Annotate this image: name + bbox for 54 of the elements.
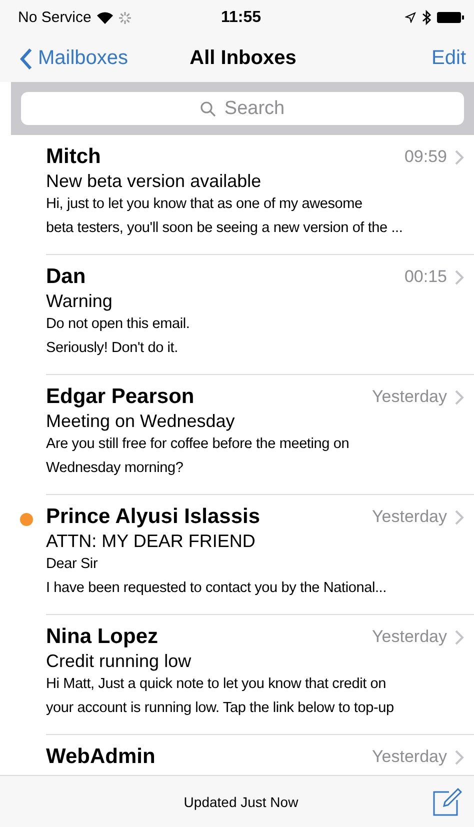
location-arrow-icon bbox=[405, 12, 416, 23]
nav-title: All Inboxes bbox=[190, 47, 296, 70]
message-preview: your account is running low. Tap the link below to top-up bbox=[46, 699, 395, 718]
message-preview: Hi Matt, Just a quick note to let you know that credit on bbox=[46, 675, 387, 694]
message-time: 00:15 bbox=[404, 267, 447, 287]
back-button[interactable]: Mailboxes bbox=[20, 47, 190, 70]
message-preview: Are you still free for coffee before the meeting on bbox=[46, 435, 350, 454]
back-chevron-icon bbox=[20, 48, 32, 70]
search-placeholder: Search bbox=[224, 98, 285, 120]
sender-name: WebAdmin bbox=[46, 745, 156, 769]
message-time: Yesterday bbox=[372, 387, 447, 407]
message-time: 09:59 bbox=[404, 147, 447, 167]
message-preview: Seriously! Don't do it. bbox=[46, 339, 179, 358]
search-icon bbox=[200, 100, 216, 116]
message-row[interactable]: Mitch 09:59 New beta version available Hi, just to let you know that as one of my awesome beta testers, you'll soon be seeing a new version of the ... bbox=[46, 135, 474, 255]
compose-icon bbox=[432, 786, 462, 816]
carrier-label: No Service bbox=[18, 9, 92, 26]
message-row[interactable]: Nina Lopez Yesterday Credit running low Hi Matt, Just a quick note to let you know that credit on your account is running low. Tap the link below to top-up bbox=[46, 615, 474, 735]
message-preview: Do not open this email. bbox=[46, 315, 191, 334]
chevron-icon bbox=[455, 390, 464, 404]
chevron-icon bbox=[455, 150, 464, 164]
message-time: Yesterday bbox=[372, 747, 447, 767]
message-time: Yesterday bbox=[372, 507, 447, 527]
message-preview: Hi, just to let you know that as one of my awesome bbox=[46, 195, 364, 214]
message-preview: beta testers, you'll soon be seeing a new version of the ... bbox=[46, 219, 404, 238]
message-row[interactable]: Prince Alyusi Islassis Yesterday ATTN: MY DEAR FRIEND Dear Sir I have been requested to contact you by the National... bbox=[46, 495, 474, 615]
message-row[interactable]: Edgar Pearson Yesterday Meeting on Wednesday Are you still free for coffee before the meeting on Wednesday morning? bbox=[46, 375, 474, 495]
bluetooth-icon bbox=[422, 10, 432, 25]
chevron-icon bbox=[455, 510, 464, 524]
update-status: Updated Just Now bbox=[182, 794, 300, 810]
chevron-icon bbox=[455, 750, 464, 764]
activity-spinner-icon bbox=[119, 12, 132, 24]
message-row[interactable]: Dan 00:15 Warning Do not open this email. Seriously! Don't do it. bbox=[46, 255, 474, 375]
sender-name: Nina Lopez bbox=[46, 625, 160, 649]
message-time: Yesterday bbox=[372, 627, 447, 647]
chevron-icon bbox=[455, 630, 464, 644]
message-subject: ATTN: MY DEAR FRIEND bbox=[46, 531, 256, 552]
compose-button[interactable] bbox=[432, 786, 462, 816]
message-preview: I have been requested to contact you by the National... bbox=[46, 579, 388, 598]
message-preview: Dear Sir bbox=[46, 555, 99, 574]
wifi-icon bbox=[97, 12, 114, 24]
message-subject: New beta version available bbox=[46, 171, 262, 192]
battery-icon bbox=[437, 12, 464, 23]
clock-time: 11:55 bbox=[220, 8, 262, 26]
message-subject: Warning bbox=[46, 291, 114, 312]
message-preview: Wednesday morning? bbox=[46, 459, 184, 478]
chevron-icon bbox=[455, 270, 464, 284]
message-subject: Meeting on Wednesday bbox=[46, 411, 236, 432]
sender-name: Mitch bbox=[46, 145, 102, 169]
sender-name: Prince Alyusi Islassis bbox=[46, 505, 262, 529]
message-subject: Credit running low bbox=[46, 651, 192, 672]
sender-name: Edgar Pearson bbox=[46, 385, 196, 409]
sender-name: Dan bbox=[46, 265, 87, 289]
edit-button[interactable]: Edit bbox=[296, 47, 466, 70]
